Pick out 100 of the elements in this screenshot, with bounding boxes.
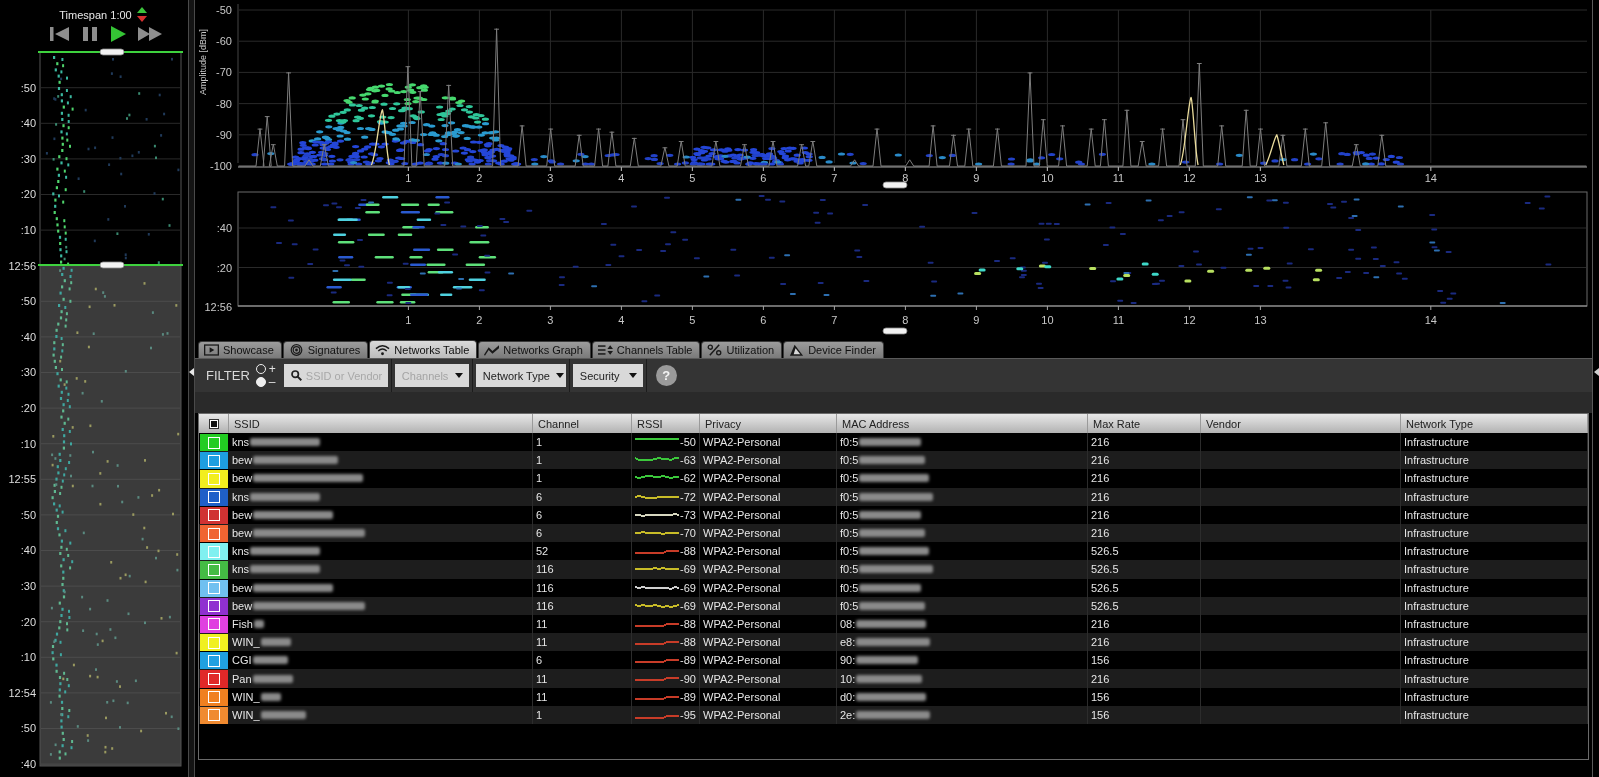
rssi-value: -90 <box>680 672 696 685</box>
rssi-value: -62 <box>680 472 696 485</box>
row-checkbox[interactable] <box>208 582 220 595</box>
scroll-handle[interactable] <box>882 327 908 335</box>
x-axis-label: 5 <box>689 314 696 326</box>
y-axis-label: -100 <box>209 160 232 172</box>
rssi-value: -95 <box>680 708 696 721</box>
rssi-value: -70 <box>680 527 696 540</box>
tab[interactable]: Networks Table <box>369 340 478 358</box>
live-trace <box>1179 96 1199 166</box>
rings-icon <box>288 344 304 356</box>
row-checkbox[interactable] <box>208 709 220 722</box>
rssi-value: -88 <box>680 545 696 558</box>
collapse-arrow-icon[interactable] <box>1593 368 1599 376</box>
row-checkbox[interactable] <box>208 545 220 558</box>
table-cell: 116 <box>533 560 632 579</box>
tab[interactable]: Channels Table <box>591 341 701 358</box>
table-cell: 116 <box>533 578 632 597</box>
play-button[interactable] <box>110 26 126 42</box>
caret-icon <box>454 373 463 378</box>
table-cell: WPA2-Personal <box>700 596 837 615</box>
y-axis-label: -50 <box>216 4 232 16</box>
pause-icon <box>82 26 98 42</box>
table-cell: Infrastructure <box>1401 487 1588 506</box>
line-graph-icon <box>484 344 500 356</box>
x-axis-label: 7 <box>831 314 838 326</box>
y-axis-label: -60 <box>216 35 232 48</box>
tab[interactable]: Device Finder <box>783 341 885 358</box>
redaction-blur <box>250 492 321 501</box>
row-checkbox[interactable] <box>208 509 220 522</box>
skip-back-button[interactable] <box>50 26 70 42</box>
mac-address-text: f0:5 <box>840 581 859 594</box>
row-checkbox[interactable] <box>208 527 220 540</box>
time-axis-label: :10 <box>20 223 36 236</box>
fast-forward-button[interactable] <box>138 26 162 42</box>
row-checkbox[interactable] <box>208 618 220 631</box>
row-checkbox[interactable] <box>208 636 220 649</box>
tab[interactable]: Showcase <box>198 341 282 358</box>
x-axis-label: 7 <box>831 172 838 184</box>
filter-mode-radio[interactable]: + <box>255 363 276 375</box>
live-trace <box>370 109 391 166</box>
redaction-blur <box>252 674 293 683</box>
mac-address-text: f0:5 <box>840 490 859 503</box>
rssi-value: -89 <box>680 654 696 667</box>
mac-address-text: f0:5 <box>840 454 859 467</box>
row-checkbox[interactable] <box>208 436 220 449</box>
rssi-value: -88 <box>680 636 696 649</box>
table-cell: WPA2-Personal <box>700 705 837 724</box>
tab[interactable]: Utilization <box>701 341 783 358</box>
table-cell: 216 <box>1088 469 1201 488</box>
table-cell: 6 <box>533 505 632 524</box>
row-checkbox[interactable] <box>208 654 220 667</box>
row-checkbox[interactable] <box>208 454 220 467</box>
mac-address-text: f0:5 <box>840 472 859 485</box>
rssi-value: -63 <box>680 454 696 467</box>
time-axis-label: :30 <box>20 579 36 592</box>
collapse-arrow-icon[interactable] <box>189 368 194 376</box>
ssid-text: kns <box>232 436 250 449</box>
table-cell: 526.5 <box>1088 560 1201 579</box>
wifi-icon <box>375 343 391 356</box>
table-cell: 11 <box>533 669 632 688</box>
up-down-arrows-icon[interactable] <box>136 7 147 22</box>
row-checkbox[interactable] <box>208 691 220 704</box>
time-axis-label: :40 <box>20 330 36 343</box>
scroll-handle[interactable] <box>882 181 908 189</box>
row-checkbox[interactable] <box>208 600 220 613</box>
x-axis-label: 9 <box>973 172 980 184</box>
table-cell: 6 <box>533 487 632 506</box>
select-all-checkbox[interactable] <box>208 418 219 429</box>
redaction-blur <box>859 601 926 610</box>
x-axis-label: 4 <box>618 172 625 184</box>
time-axis-label: :30 <box>20 366 36 379</box>
table-cell: 1 <box>533 469 632 488</box>
row-checkbox[interactable] <box>208 472 220 485</box>
filter-dropdown[interactable]: Security <box>572 364 643 387</box>
row-checkbox[interactable] <box>208 491 220 504</box>
x-axis-label: 6 <box>760 314 767 326</box>
x-axis-label: 1 <box>405 172 412 184</box>
table-cell: Infrastructure <box>1401 669 1588 688</box>
mac-address-text: 2e: <box>840 708 856 721</box>
row-checkbox[interactable] <box>208 673 220 686</box>
redaction-blur <box>250 547 321 556</box>
percent-icon <box>707 344 723 356</box>
table-cell: WPA2-Personal <box>700 687 837 706</box>
filter-mode-radio[interactable]: – <box>255 376 276 388</box>
ssid-text: WIN_ <box>232 690 260 703</box>
tab[interactable]: Networks Graph <box>478 341 591 358</box>
x-axis-label: 3 <box>547 172 554 184</box>
ssid-text: bew <box>232 508 253 521</box>
range-handle[interactable] <box>99 261 125 269</box>
row-checkbox[interactable] <box>208 563 220 576</box>
fast-forward-icon <box>138 26 162 42</box>
tab[interactable]: Signatures <box>282 341 369 358</box>
filter-dropdown[interactable]: Network Type <box>475 364 566 387</box>
pause-button[interactable] <box>82 26 98 42</box>
range-handle[interactable] <box>99 48 125 56</box>
redaction-blur <box>859 547 930 556</box>
x-axis-label: 10 <box>1041 172 1054 184</box>
x-axis-label: 5 <box>689 172 696 184</box>
y-axis-label: :40 <box>216 222 232 234</box>
